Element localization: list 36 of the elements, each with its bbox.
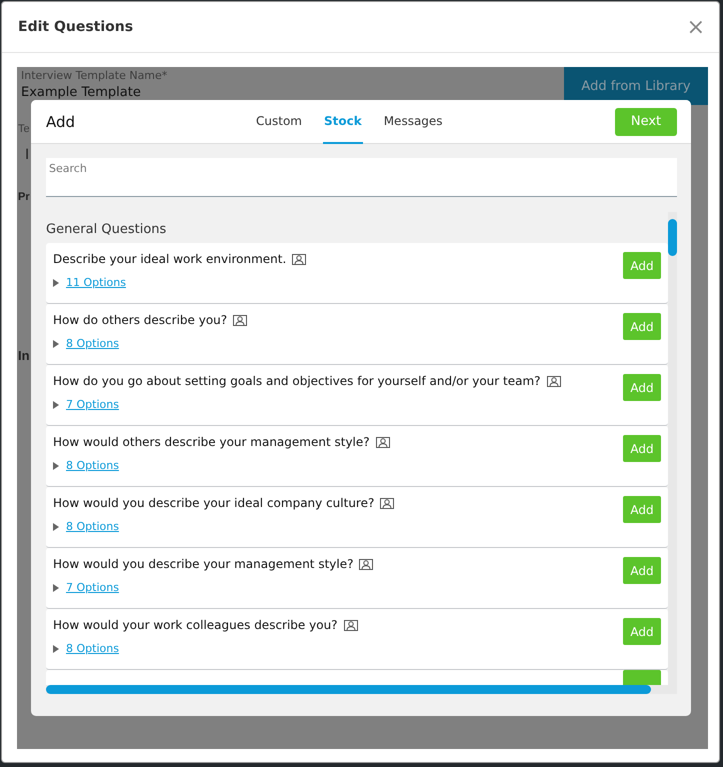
options-link[interactable]: 7 Options	[66, 398, 119, 411]
close-button[interactable]: ×	[686, 14, 705, 40]
options-link[interactable]: 8 Options	[66, 459, 119, 472]
options-link[interactable]: 7 Options	[66, 581, 119, 594]
tab[interactable]: Custom	[255, 100, 303, 144]
window-title: Edit Questions	[18, 19, 134, 35]
search-field[interactable]: Search	[46, 158, 677, 197]
add-button[interactable]: Add	[623, 496, 661, 523]
question-text: How would you describe your ideal company culture?	[53, 496, 374, 510]
question-text: How would your work colleagues describe you?	[53, 618, 338, 632]
next-button[interactable]: Next	[615, 108, 677, 136]
add-button[interactable]: Add	[623, 618, 661, 645]
options-link[interactable]: 8 Options	[66, 642, 119, 655]
tab[interactable]: Stock	[322, 100, 363, 144]
field-label: Interview Template Name*	[21, 69, 168, 82]
field-label: In	[18, 348, 30, 363]
question-text: How would others describe your management style?	[53, 435, 370, 449]
field-label: Pr	[18, 191, 30, 203]
options-link[interactable]: 8 Options	[66, 337, 119, 350]
question-text: How do others describe you?	[53, 313, 228, 327]
field-label: Te	[18, 123, 30, 135]
question-text: How do you go about setting goals and objectives for yourself and/or your team?	[53, 374, 541, 388]
question-text: How would you describe your management style?	[53, 557, 354, 571]
add-button[interactable]: Add	[623, 252, 661, 279]
template-name-field[interactable]: Example Template	[21, 85, 168, 100]
options-link[interactable]: 11 Options	[66, 276, 126, 289]
options-link[interactable]: 8 Options	[66, 520, 119, 533]
dialog-title: Add	[46, 112, 76, 130]
add-button[interactable]: Add	[623, 313, 661, 340]
add-button[interactable]: Add	[623, 557, 661, 584]
add-button[interactable]: Add	[623, 435, 661, 462]
question-text: Describe your ideal work environment.	[53, 252, 286, 266]
tab[interactable]: Messages	[382, 100, 444, 144]
section-title: General Questions	[46, 221, 168, 239]
field-label: I	[25, 146, 30, 163]
add-button[interactable]: Add	[623, 374, 661, 401]
